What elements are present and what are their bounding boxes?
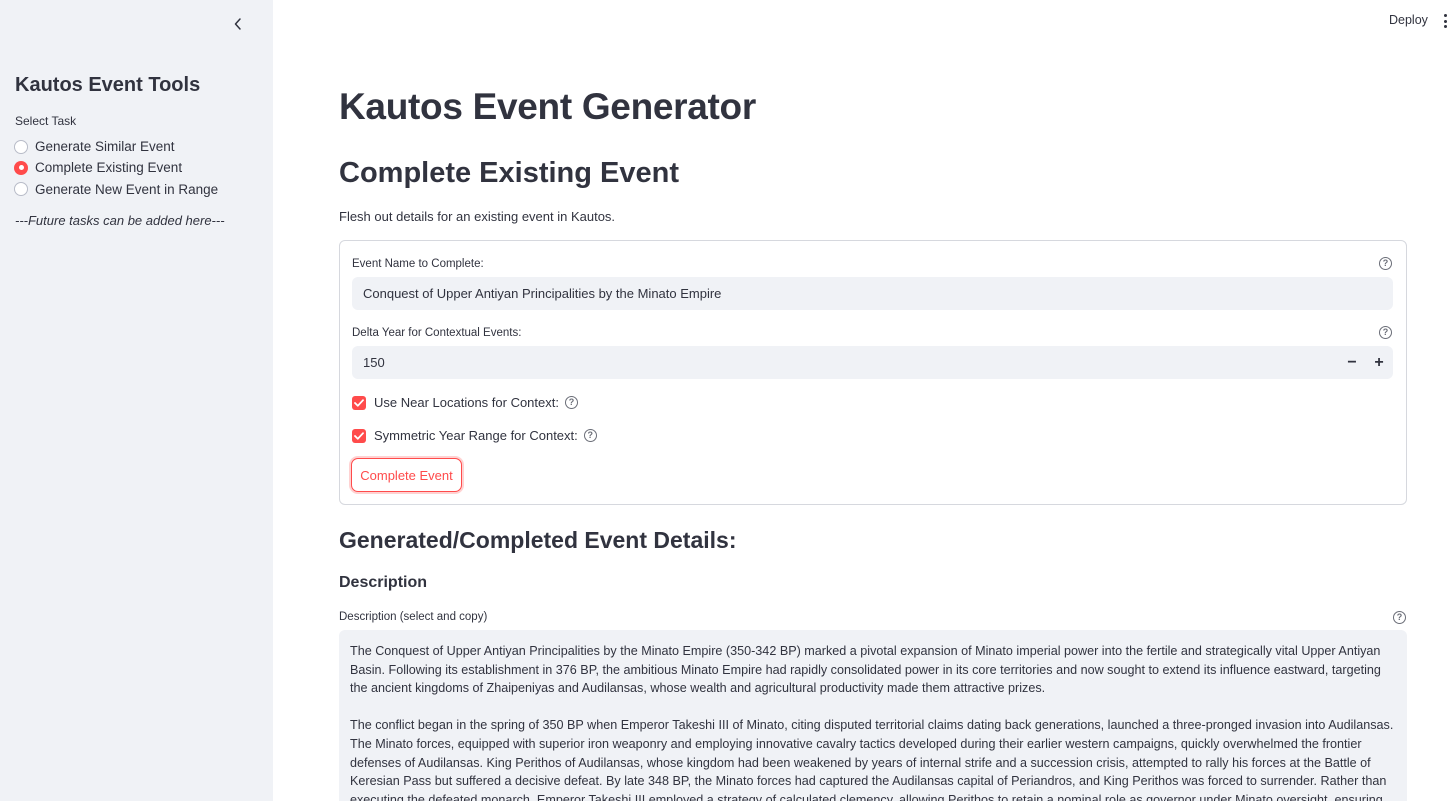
radio-label: Generate Similar Event xyxy=(35,139,175,155)
description-heading: Description xyxy=(339,574,428,591)
delta-year-label: Delta Year for Contextual Events: xyxy=(352,327,522,339)
event-name-label: Event Name to Complete: xyxy=(352,258,484,270)
help-icon[interactable]: ? xyxy=(1393,611,1406,624)
results-title: Generated/Completed Event Details: xyxy=(339,527,737,553)
radio-label: Generate New Event in Range xyxy=(35,181,219,197)
main-menu-icon[interactable] xyxy=(1440,13,1450,29)
description-field-label: Description (select and copy) xyxy=(339,611,488,623)
near-locations-checkbox-row[interactable]: Use Near Locations for Context: ? xyxy=(352,395,578,410)
radio-label: Complete Existing Event xyxy=(35,160,183,176)
symmetric-range-checkbox-row[interactable]: Symmetric Year Range for Context: ? xyxy=(352,428,597,443)
menu-dot xyxy=(1443,19,1447,23)
help-icon[interactable]: ? xyxy=(583,429,597,442)
radio-generate-similar-event[interactable]: Generate Similar Event xyxy=(14,136,218,157)
collapse-sidebar-button[interactable] xyxy=(228,14,248,34)
radio-generate-new-event-in-range[interactable]: Generate New Event in Range xyxy=(14,179,218,200)
symmetric-range-label: Symmetric Year Range for Context: xyxy=(374,428,578,443)
decrement-button[interactable]: − xyxy=(1342,353,1362,373)
menu-dot xyxy=(1443,25,1447,28)
complete-event-button[interactable]: Complete Event xyxy=(351,458,462,492)
checkmark-icon xyxy=(354,398,364,407)
select-task-label: Select Task xyxy=(15,114,77,128)
chevron-left-icon xyxy=(234,18,241,30)
description-paragraph: The Conquest of Upper Antiyan Principali… xyxy=(350,644,1381,696)
checkmark-icon xyxy=(354,431,364,440)
sidebar: Kautos Event Tools Select Task Generate … xyxy=(0,0,273,801)
event-name-input[interactable]: Conquest of Upper Antiyan Principalities… xyxy=(352,277,1393,310)
radio-button-unselected[interactable] xyxy=(14,139,28,154)
task-radio-group: Generate Similar Event Complete Existing… xyxy=(14,136,218,200)
menu-dot xyxy=(1443,14,1447,17)
radio-button-unselected[interactable] xyxy=(14,182,28,197)
delta-year-input[interactable]: 150 xyxy=(352,346,1393,379)
help-icon[interactable]: ? xyxy=(564,396,578,409)
symmetric-range-checkbox[interactable] xyxy=(352,428,366,443)
radio-button-selected[interactable] xyxy=(14,160,28,175)
section-title: Complete Existing Event xyxy=(339,157,680,189)
increment-button[interactable]: + xyxy=(1369,353,1389,373)
future-tasks-note: ---Future tasks can be added here--- xyxy=(15,213,225,228)
sidebar-title: Kautos Event Tools xyxy=(15,74,201,96)
radio-complete-existing-event[interactable]: Complete Existing Event xyxy=(14,157,218,178)
deploy-button[interactable]: Deploy xyxy=(1389,13,1428,27)
help-icon[interactable]: ? xyxy=(1379,257,1392,270)
near-locations-checkbox[interactable] xyxy=(352,395,366,410)
section-description: Flesh out details for an existing event … xyxy=(339,209,616,224)
page-title: Kautos Event Generator xyxy=(339,86,756,127)
near-locations-label: Use Near Locations for Context: xyxy=(374,395,559,410)
description-paragraph: The conflict began in the spring of 350 … xyxy=(350,718,1394,801)
description-textarea[interactable]: The Conquest of Upper Antiyan Principali… xyxy=(339,630,1407,801)
help-icon[interactable]: ? xyxy=(1379,326,1392,339)
